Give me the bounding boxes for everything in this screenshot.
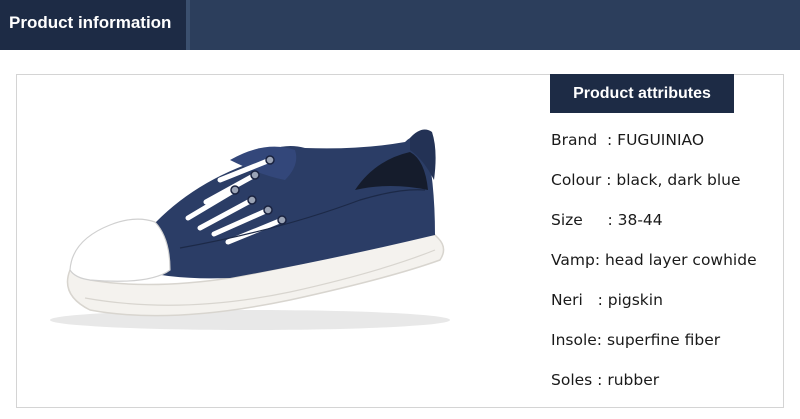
attr-brand: Brand : FUGUINIAO (551, 131, 705, 149)
attr-colour: Colour : black, dark blue (551, 171, 741, 189)
toe-cap (69, 218, 171, 282)
product-attributes-title: Product attributes (550, 74, 734, 113)
product-image (50, 129, 450, 330)
attr-insole: Insole: superfine fiber (551, 331, 721, 349)
attr-soles: Soles : rubber (551, 371, 660, 389)
attr-vamp: Vamp: head layer cowhide (551, 251, 757, 269)
product-information-tab[interactable]: Product information (0, 0, 186, 50)
tab-divider (186, 0, 190, 50)
attr-neri: Neri : pigskin (551, 291, 663, 309)
attr-size: Size : 38-44 (551, 211, 663, 229)
